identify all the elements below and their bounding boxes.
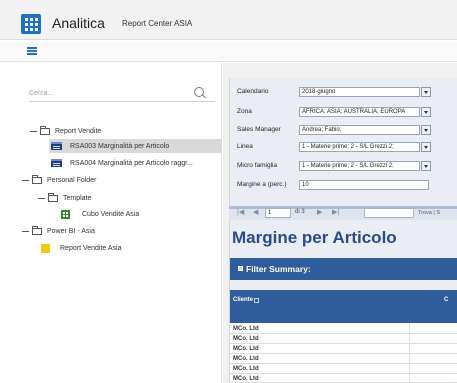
page-number-input[interactable]: 1 [265, 208, 291, 218]
tree-folder-template[interactable]: Template [38, 191, 91, 205]
cube-grid-icon [61, 209, 70, 219]
collapse-icon[interactable] [22, 230, 29, 232]
find-input[interactable] [364, 208, 414, 218]
param-label-sales-manager: Sales Manager [237, 126, 281, 133]
next-page-icon[interactable]: ▶ [317, 208, 322, 216]
folder-icon [32, 225, 42, 235]
column-header-2[interactable]: C [444, 297, 448, 303]
param-label-margine: Margine a (perc.) [237, 181, 287, 188]
collapse-icon[interactable] [38, 197, 45, 199]
search-box [29, 82, 215, 102]
column-divider [409, 323, 410, 383]
table-header [230, 290, 457, 323]
sidebar [0, 63, 222, 383]
folder-icon [32, 174, 42, 184]
param-input-micro-famiglia[interactable]: 1 - Materie prime; 2 - S/L Grezzi 2; [299, 161, 420, 171]
collapse-icon[interactable] [22, 179, 29, 181]
first-page-icon[interactable]: |◀ [237, 208, 244, 216]
table-row: MCo. Ltd [230, 345, 457, 354]
param-input-sales-manager[interactable]: Andrea; Fabio; [299, 125, 420, 135]
dropdown-arrow-icon[interactable] [421, 161, 431, 171]
table-row: MCo. Ltd [230, 375, 457, 383]
tree-label: RSA004 Marginalità per Articolo raggr... [70, 159, 193, 167]
app-title: Analitica [52, 15, 105, 31]
app-subtitle: Report Center ASIA [122, 19, 193, 28]
param-label-calendario: Calendario [237, 88, 269, 95]
tree-label: Cubo Vendite Asia [82, 210, 140, 218]
filter-summary-label: Filter Summary: [246, 264, 311, 274]
hamburger-menu-icon[interactable] [27, 47, 37, 55]
report-icon [51, 142, 62, 150]
report-icon [51, 159, 62, 167]
tree-label: Template [63, 194, 92, 202]
param-input-linea[interactable]: 1 - Materie prime; 2 - S/L Grezzi 2; [299, 142, 420, 152]
tree-label: Report Vendite Asia [60, 244, 122, 252]
tree-label: Report Vendite [55, 127, 102, 135]
last-page-icon[interactable]: ▶| [332, 208, 339, 216]
tree-folder-personal[interactable]: Personal Folder [22, 173, 96, 187]
param-label-linea: Linea [237, 143, 253, 150]
tree-report-rsa003[interactable]: RSA003 Marginalità per Articolo [49, 139, 222, 153]
tree-folder-powerbi-asia[interactable]: Power BI - Asia [22, 224, 95, 238]
folder-icon [48, 192, 58, 202]
expand-icon[interactable] [238, 266, 243, 271]
prev-page-icon[interactable]: ◀ [253, 208, 258, 216]
tree-report-vendite-asia[interactable]: Report Vendite Asia [41, 241, 122, 255]
powerbi-icon [41, 243, 50, 253]
tree-label: Personal Folder [47, 176, 97, 184]
report-title: Margine per Articolo [232, 228, 397, 247]
apps-grid-icon[interactable] [21, 14, 41, 34]
table-row: MCo. Ltd [230, 355, 457, 364]
collapse-icon[interactable] [30, 130, 37, 132]
dropdown-arrow-icon[interactable] [421, 87, 431, 97]
table-row: MCo. Ltd [230, 325, 457, 334]
tree-label: RSA003 Marginalità per Articolo [70, 142, 170, 150]
tree-report-rsa004[interactable]: RSA004 Marginalità per Articolo raggr... [51, 156, 193, 170]
search-icon[interactable] [194, 87, 204, 97]
table-row: MCo. Ltd [230, 335, 457, 344]
dropdown-arrow-icon[interactable] [421, 107, 431, 117]
folder-icon [40, 125, 50, 135]
toolbar [0, 41, 457, 62]
column-header-cliente[interactable]: Cliente [233, 297, 253, 303]
param-label-micro-famiglia: Micro famiglia [237, 162, 278, 169]
dropdown-arrow-icon[interactable] [421, 125, 431, 135]
tree-cube-vendite-asia[interactable]: Cubo Vendite Asia [61, 207, 139, 221]
sort-icon[interactable] [254, 298, 259, 303]
search-input[interactable] [29, 86, 189, 100]
tree-folder-report-vendite[interactable]: Report Vendite [30, 124, 101, 138]
find-link[interactable]: Trova | S [418, 210, 440, 216]
param-input-calendario[interactable]: 2018-giugno [299, 87, 420, 97]
param-input-zona[interactable]: AFRICA; ASIA; AUSTRALIA; EUROPA [299, 107, 420, 117]
param-input-margine[interactable]: 10 [299, 180, 429, 190]
tree-label: Power BI - Asia [47, 227, 95, 235]
table-row: MCo. Ltd [230, 365, 457, 374]
dropdown-arrow-icon[interactable] [421, 142, 431, 152]
page-count: di 3 [295, 209, 305, 215]
param-label-zona: Zona [237, 108, 252, 115]
